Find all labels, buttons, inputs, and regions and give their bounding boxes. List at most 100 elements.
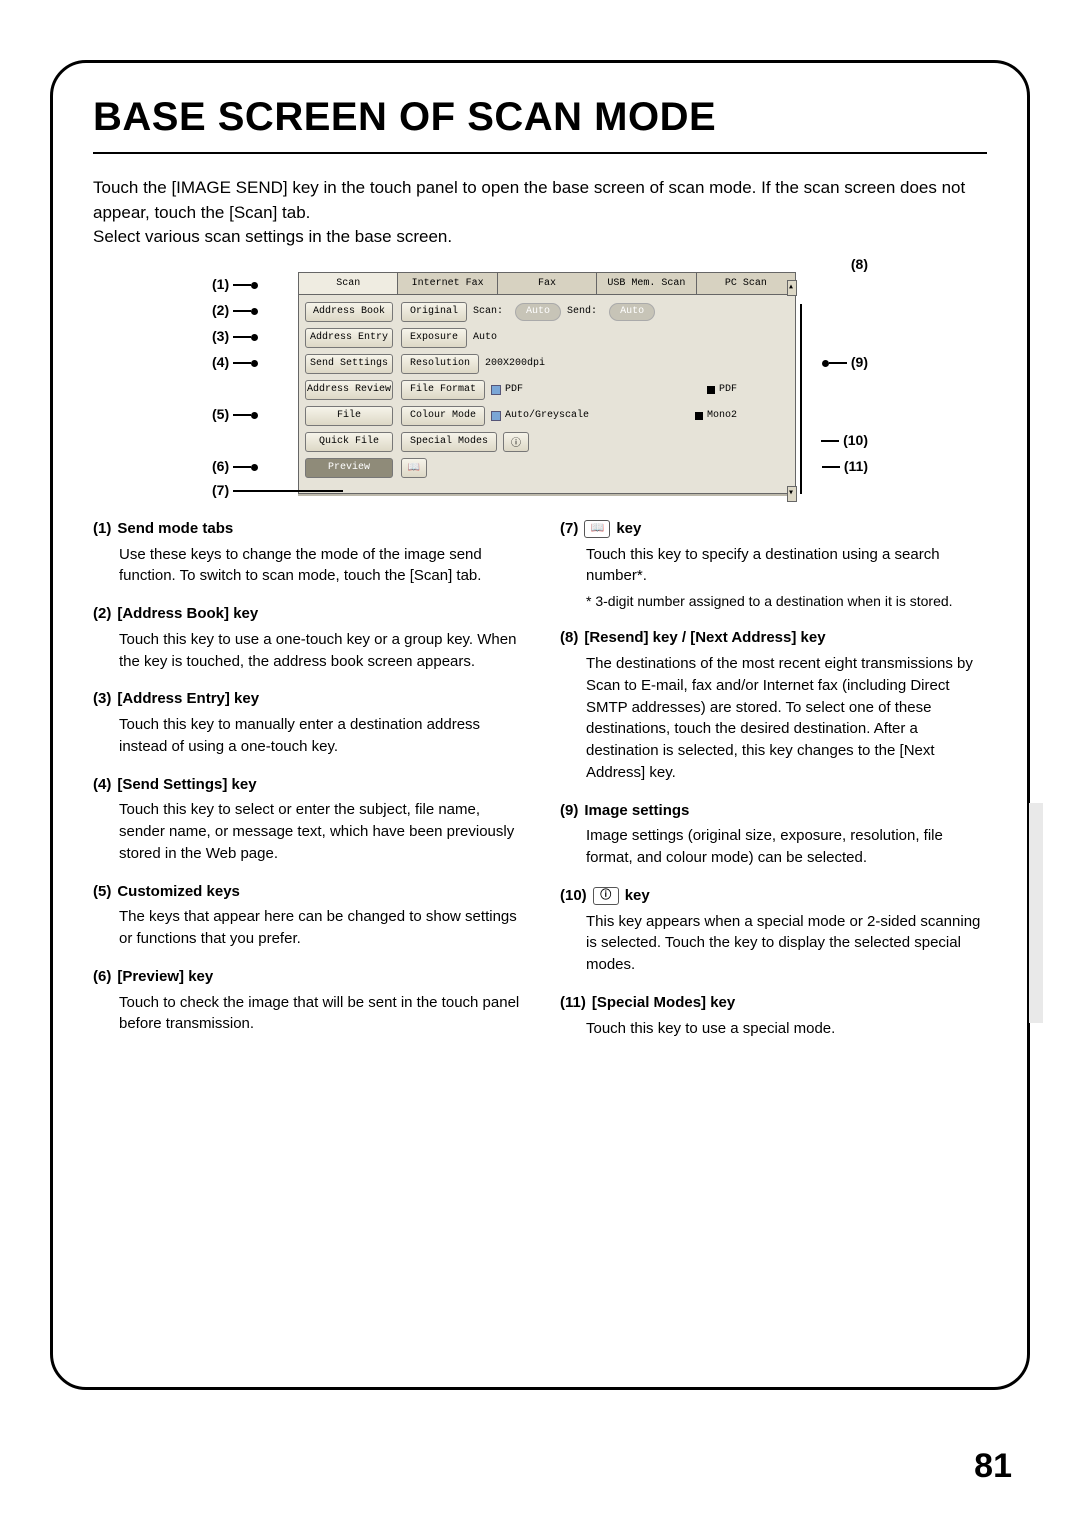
pdf-icon: [491, 385, 501, 395]
file-button[interactable]: File: [305, 406, 393, 426]
scroll-down[interactable]: ▾: [787, 486, 797, 502]
item-body: Touch to check the image that will be se…: [119, 992, 520, 1036]
touch-panel: Scan Internet Fax Fax USB Mem. Scan PC S…: [298, 272, 796, 494]
item-num: (10): [560, 885, 587, 907]
callout-5: (5): [212, 406, 258, 422]
callout-1: (1): [212, 276, 258, 292]
preview-button[interactable]: Preview: [305, 458, 393, 478]
item-title: Send mode tabs: [117, 518, 233, 540]
list-item: (1) Send mode tabs Use these keys to chan…: [93, 518, 520, 587]
callout-6: (6): [212, 458, 258, 474]
description-columns: (1) Send mode tabs Use these keys to chan…: [93, 518, 987, 1056]
right-column: (7) 📖 key Touch this key to specify a de…: [560, 518, 987, 1056]
list-item: (10) ⓘ key This key appears when a speci…: [560, 885, 987, 976]
item-body: Touch this key to manually enter a desti…: [119, 714, 520, 758]
list-item: (9) Image settings Image settings (origin…: [560, 800, 987, 869]
info-icon: ⓘ: [593, 887, 619, 905]
item-num: (9): [560, 800, 578, 822]
item-title: [Send Settings] key: [117, 774, 256, 796]
item-body: The keys that appear here can be changed…: [119, 906, 520, 950]
send-value: Auto: [609, 303, 655, 321]
list-item: (11) [Special Modes] key Touch this key t…: [560, 992, 987, 1040]
section-side-tab: [1029, 803, 1043, 1023]
file-format-left: PDF: [505, 384, 523, 395]
item-body: This key appears when a special mode or …: [586, 911, 987, 976]
rail-line-9: [800, 304, 802, 494]
item-body: Touch this key to use a special mode.: [586, 1018, 987, 1040]
item-num: (1): [93, 518, 111, 540]
book-search-icon: 📖: [408, 462, 420, 474]
callout-2: (2): [212, 302, 258, 318]
item-title: Image settings: [584, 800, 689, 822]
address-review-button[interactable]: Address Review: [305, 380, 393, 400]
item-title: Customized keys: [117, 881, 240, 903]
tab-usb-mem-scan[interactable]: USB Mem. Scan: [597, 273, 696, 294]
callout-3: (3): [212, 328, 258, 344]
original-button[interactable]: Original: [401, 302, 467, 322]
list-item: (8) [Resend] key / [Next Address] key The…: [560, 627, 987, 783]
search-number-button[interactable]: 📖: [401, 458, 427, 478]
callout-7: (7): [212, 482, 343, 498]
exposure-button[interactable]: Exposure: [401, 328, 467, 348]
tab-fax[interactable]: Fax: [498, 273, 597, 294]
callout-4: (4): [212, 354, 258, 370]
item-num: (4): [93, 774, 111, 796]
quick-file-button[interactable]: Quick File: [305, 432, 393, 452]
intro-text: Touch the [IMAGE SEND] key in the touch …: [93, 176, 987, 250]
list-item: (3)[Address Entry] key Touch this key to…: [93, 688, 520, 757]
page-number: 81: [974, 1447, 1012, 1486]
page-title: BASE SCREEN OF SCAN MODE: [93, 95, 987, 140]
page-frame: BASE SCREEN OF SCAN MODE Touch the [IMAG…: [50, 60, 1030, 1390]
send-settings-button[interactable]: Send Settings: [305, 354, 393, 374]
tab-scan[interactable]: Scan: [299, 273, 398, 294]
item-title: [Preview] key: [117, 966, 213, 988]
callout-8: (8): [851, 256, 868, 272]
tab-internet-fax[interactable]: Internet Fax: [398, 273, 497, 294]
item-body: Touch this key to specify a destination …: [586, 544, 987, 588]
item-num: (7): [560, 518, 578, 540]
item-body: The destinations of the most recent eigh…: [586, 653, 987, 784]
list-item: (6) [Preview] key Touch to check the imag…: [93, 966, 520, 1035]
list-item: (5)Customized keys The keys that appear …: [93, 881, 520, 950]
flag-icon-2: [695, 412, 703, 420]
colour-mode-right: Mono2: [707, 410, 737, 421]
screen-diagram: (1) (2) (3) (4) (5) (6) (7) (8) (9) (10)…: [220, 272, 860, 494]
item-num: (6): [93, 966, 111, 988]
address-book-button[interactable]: Address Book: [305, 302, 393, 322]
file-format-button[interactable]: File Format: [401, 380, 485, 400]
item-body: Use these keys to change the mode of the…: [119, 544, 520, 588]
special-modes-button[interactable]: Special Modes: [401, 432, 497, 452]
address-entry-button[interactable]: Address Entry: [305, 328, 393, 348]
item-body: Image settings (original size, exposure,…: [586, 825, 987, 869]
colour-icon: [491, 411, 501, 421]
book-search-icon: 📖: [584, 520, 610, 538]
item-num: (11): [560, 992, 586, 1014]
scroll-up[interactable]: ▴: [787, 280, 797, 296]
callout-9: (9): [822, 354, 868, 370]
item-num: (3): [93, 688, 111, 710]
item-title: key: [616, 518, 641, 540]
send-mode-tabs: Scan Internet Fax Fax USB Mem. Scan PC S…: [299, 273, 795, 295]
exposure-value: Auto: [473, 332, 497, 343]
resolution-button[interactable]: Resolution: [401, 354, 479, 374]
special-modes-info-button[interactable]: ⓘ: [503, 432, 529, 452]
item-body: Touch this key to use a one-touch key or…: [119, 629, 520, 673]
resolution-value: 200X200dpi: [485, 358, 545, 369]
item-num: (8): [560, 627, 578, 649]
left-column: (1) Send mode tabs Use these keys to chan…: [93, 518, 520, 1056]
item-num: (2): [93, 603, 111, 625]
colour-mode-left: Auto/Greyscale: [505, 410, 589, 421]
scan-label: Scan:: [473, 306, 503, 317]
item-title: key: [625, 885, 650, 907]
info-icon: ⓘ: [511, 434, 521, 450]
item-title: [Resend] key / [Next Address] key: [584, 627, 825, 649]
tab-pc-scan[interactable]: PC Scan: [697, 273, 795, 294]
list-item: (4) [Send Settings] key Touch this key to…: [93, 774, 520, 865]
colour-mode-button[interactable]: Colour Mode: [401, 406, 485, 426]
list-item: (7) 📖 key Touch this key to specify a de…: [560, 518, 987, 612]
item-footnote: * 3-digit number assigned to a destinati…: [586, 591, 987, 611]
callout-10: (10): [821, 432, 868, 448]
flag-icon: [707, 386, 715, 394]
item-body: Touch this key to select or enter the su…: [119, 799, 520, 864]
item-title: [Special Modes] key: [592, 992, 735, 1014]
